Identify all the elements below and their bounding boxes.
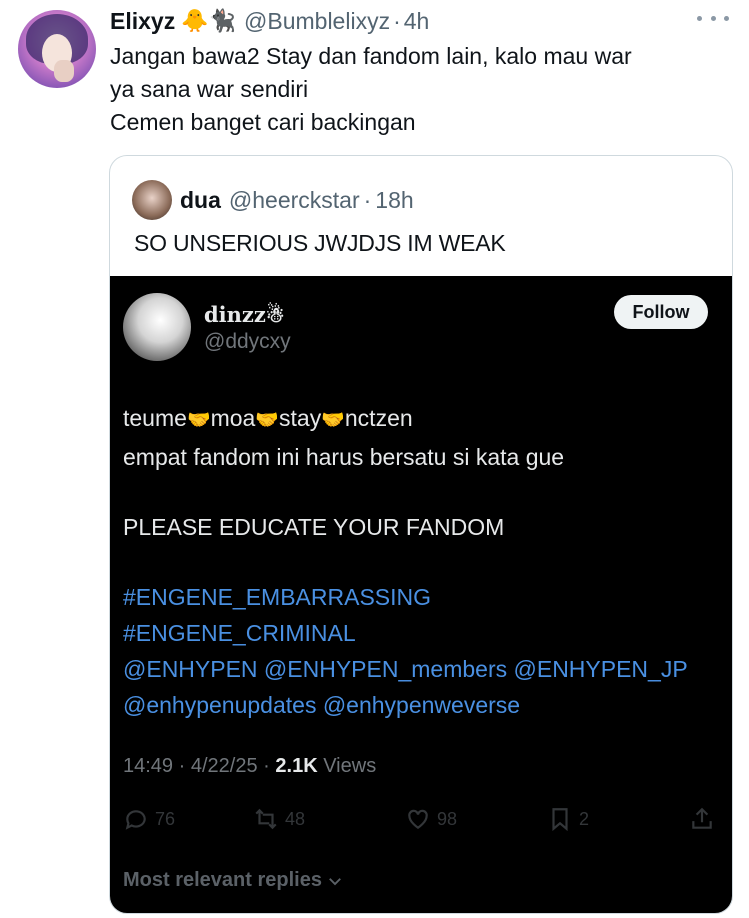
tweet-text-line: Jangan bawa2 Stay dan fandom lain, kalo … bbox=[110, 43, 632, 69]
separator: · bbox=[393, 7, 401, 34]
reply-count: 76 bbox=[155, 808, 176, 829]
quoted-author-name[interactable]: dua bbox=[180, 187, 221, 214]
screenshot-author-avatar bbox=[123, 293, 191, 361]
author-emoji: 🐥🐈‍⬛ bbox=[181, 8, 237, 33]
quoted-tweet-text: SO UNSERIOUS JWJDJS IM WEAK bbox=[134, 230, 506, 256]
fandom-name: moa bbox=[210, 405, 256, 431]
share-icon bbox=[692, 807, 712, 829]
quoted-tweet-time[interactable]: 18h bbox=[375, 187, 413, 214]
screenshot-tweet-body: teume🤝moa🤝stay🤝nctzen empat fandom ini h… bbox=[123, 400, 688, 723]
replies-sort-label: Most relevant replies bbox=[123, 869, 322, 891]
bookmark-count: 2 bbox=[579, 808, 590, 829]
separator: · bbox=[363, 186, 372, 213]
bookmark-action: 2 bbox=[547, 806, 589, 832]
tweet-text: Jangan bawa2 Stay dan fandom lain, kalo … bbox=[110, 40, 730, 139]
body-line: empat fandom ini harus bersatu si kata g… bbox=[123, 444, 565, 470]
embedded-screenshot[interactable]: dinzz☃ @ddycxy Follow teume🤝moa🤝stay🤝nct… bbox=[110, 276, 732, 913]
replies-sort: Most relevant replies bbox=[123, 869, 344, 892]
handshake-emoji: 🤝 bbox=[186, 410, 211, 431]
reply-action: 76 bbox=[123, 806, 175, 832]
quoted-author-handle[interactable]: @heerckstar bbox=[229, 187, 360, 214]
bookmark-icon bbox=[552, 808, 568, 832]
separator: · bbox=[263, 755, 270, 777]
fandom-name: teume bbox=[123, 405, 187, 431]
screenshot-meta: 14:49 · 4/22/25 · 2.1K Views bbox=[123, 755, 376, 778]
views-count: 2.1K bbox=[275, 755, 318, 777]
repost-icon bbox=[255, 808, 277, 830]
quoted-tweet-header: dua @heerckstar · 18h bbox=[132, 180, 414, 220]
fandom-line: teume🤝moa🤝stay🤝nctzen bbox=[123, 400, 688, 439]
tweet-time[interactable]: 4h bbox=[404, 8, 430, 35]
repost-count: 48 bbox=[285, 808, 306, 829]
author-avatar[interactable] bbox=[18, 10, 96, 88]
screenshot-author-handle: @ddycxy bbox=[204, 330, 291, 353]
body-line: PLEASE EDUCATE YOUR FANDOM bbox=[123, 514, 505, 540]
hashtag: #ENGENE_CRIMINAL bbox=[123, 620, 356, 646]
repost-action: 48 bbox=[253, 806, 305, 832]
quoted-tweet[interactable]: dua @heerckstar · 18h SO UNSERIOUS JWJDJ… bbox=[109, 155, 733, 914]
post-time: 14:49 bbox=[123, 755, 174, 777]
handshake-emoji: 🤝 bbox=[321, 410, 345, 431]
hashtag: #ENGENE_EMBARRASSING bbox=[123, 584, 432, 610]
mentions: @ENHYPEN @ENHYPEN_members @ENHYPEN_JP bbox=[123, 656, 688, 682]
post-date: 4/22/25 bbox=[190, 755, 258, 777]
quoted-author-avatar[interactable] bbox=[132, 180, 172, 220]
more-horizontal-icon[interactable] bbox=[697, 8, 729, 28]
reply-icon bbox=[125, 810, 146, 830]
screenshot-author-name: dinzz☃ bbox=[204, 302, 285, 327]
author-name[interactable]: Elixyz bbox=[110, 8, 175, 35]
mentions: @enhypenupdates @enhypenweverse bbox=[123, 692, 521, 718]
fandom-name: stay bbox=[279, 405, 322, 431]
like-action: 98 bbox=[405, 806, 457, 832]
separator: · bbox=[178, 755, 186, 777]
like-count: 98 bbox=[437, 808, 458, 829]
screenshot-action-bar: 76 48 98 2 bbox=[123, 806, 719, 836]
follow-button: Follow bbox=[614, 295, 708, 329]
tweet-text-line: Cemen banget cari backingan bbox=[110, 109, 416, 135]
views-label: Views bbox=[323, 755, 377, 777]
heart-icon bbox=[408, 809, 428, 829]
handshake-emoji: 🤝 bbox=[255, 410, 280, 431]
author-handle[interactable]: @Bumblelixyz bbox=[244, 8, 390, 35]
share-action bbox=[689, 806, 715, 832]
chevron-down-icon bbox=[329, 877, 341, 885]
fandom-name: nctzen bbox=[344, 405, 413, 431]
tweet-header: Elixyz 🐥🐈‍⬛ @Bumblelixyz · 4h bbox=[110, 6, 729, 36]
tweet-text-line: ya sana war sendiri bbox=[110, 76, 309, 102]
